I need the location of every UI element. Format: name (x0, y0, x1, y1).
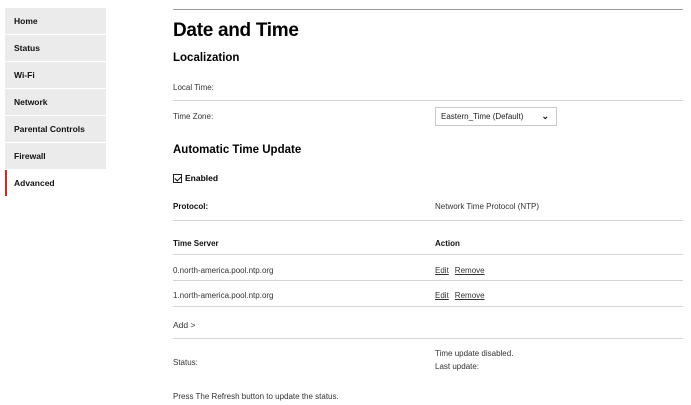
add-server-link[interactable]: Add > (173, 320, 195, 330)
edit-link[interactable]: Edit (435, 291, 449, 300)
row-1-actions: Edit Remove (435, 266, 485, 275)
time-zone-select[interactable]: Eastern_Time (Default) ⌄ (435, 107, 557, 126)
action-column-header: Action (435, 239, 460, 248)
sidebar-nav: Home Status Wi-Fi Network Parental Contr… (5, 8, 106, 197)
sidebar-item-firewall[interactable]: Firewall (5, 143, 106, 169)
sidebar-item-status[interactable]: Status (5, 35, 106, 61)
localization-heading: Localization (173, 52, 240, 64)
page-title: Date and Time (173, 20, 299, 41)
row-divider (173, 100, 683, 101)
row-divider (173, 338, 683, 339)
time-server-column-header: Time Server (173, 239, 219, 248)
refresh-note: Press The Refresh button to update the s… (173, 392, 339, 401)
sidebar-item-home[interactable]: Home (5, 8, 106, 34)
row-2-actions: Edit Remove (435, 291, 485, 300)
row-divider (173, 306, 683, 307)
header-divider (173, 9, 683, 10)
row-divider (173, 280, 683, 281)
enabled-checkbox[interactable] (173, 173, 182, 183)
status-message: Time update disabled. (435, 349, 514, 358)
enabled-checkbox-label: Enabled (185, 173, 219, 183)
time-server-row-2: 1.north-america.pool.ntp.org (173, 291, 274, 300)
protocol-label: Protocol: (173, 202, 209, 211)
sidebar-item-network[interactable]: Network (5, 89, 106, 115)
row-divider (173, 254, 683, 255)
sidebar-item-parental-controls[interactable]: Parental Controls (5, 116, 106, 142)
remove-link[interactable]: Remove (455, 266, 485, 275)
time-server-row-1: 0.north-america.pool.ntp.org (173, 266, 274, 275)
sidebar-item-wifi[interactable]: Wi-Fi (5, 62, 106, 88)
local-time-label: Local Time: (173, 83, 214, 92)
chevron-down-icon: ⌄ (541, 111, 549, 121)
sidebar-item-advanced[interactable]: Advanced (5, 170, 106, 196)
edit-link[interactable]: Edit (435, 266, 449, 275)
time-zone-label: Time Zone: (173, 112, 214, 121)
enabled-checkbox-row[interactable]: Enabled (173, 173, 218, 183)
status-label: Status: (173, 358, 198, 367)
protocol-value: Network Time Protocol (NTP) (435, 202, 540, 211)
time-zone-selected-value: Eastern_Time (Default) (441, 112, 524, 121)
last-update-label: Last update: (435, 362, 480, 371)
remove-link[interactable]: Remove (455, 291, 485, 300)
row-divider (173, 220, 683, 221)
auto-update-heading: Automatic Time Update (173, 144, 302, 156)
